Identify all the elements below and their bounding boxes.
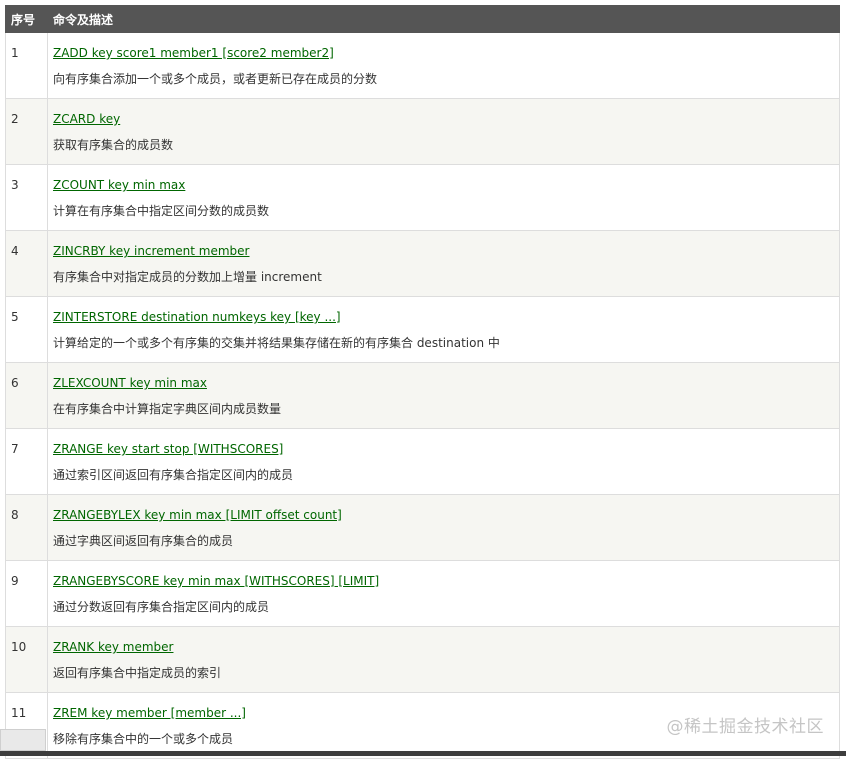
table-header-row: 序号 命令及描述 xyxy=(5,5,840,33)
table-row: 4 ZINCRBY key increment member 有序集合中对指定成员的… xyxy=(5,230,840,297)
command-link[interactable]: ZCOUNT key min max xyxy=(53,177,839,193)
command-link[interactable]: ZINTERSTORE destination numkeys key [key… xyxy=(53,309,839,325)
table-row: 8 ZRANGEBYLEX key min max [LIMIT offset c… xyxy=(5,494,840,561)
table-row: 7 ZRANGE key start stop [WITHSCORES] 通过索引区… xyxy=(5,428,840,495)
row-command-cell: ZRANGE key start stop [WITHSCORES] 通过索引区间… xyxy=(47,428,840,495)
command-description: 通过字典区间返回有序集合的成员 xyxy=(53,534,234,548)
command-link[interactable]: ZCARD key xyxy=(53,111,839,127)
row-command-cell: ZCOUNT key min max 计算在有序集合中指定区间分数的成员数 xyxy=(47,164,840,231)
command-table-container: 序号 命令及描述 1 ZADD key score1 member1 [score… xyxy=(5,5,840,759)
command-link[interactable]: ZRANGEBYSCORE key min max [WITHSCORES] [… xyxy=(53,573,839,589)
command-link[interactable]: ZRANGE key start stop [WITHSCORES] xyxy=(53,441,839,457)
command-table: 序号 命令及描述 1 ZADD key score1 member1 [score… xyxy=(5,5,840,759)
row-command-cell: ZCARD key 获取有序集合的成员数 xyxy=(47,98,840,165)
command-link[interactable]: ZADD key score1 member1 [score2 member2] xyxy=(53,45,839,61)
row-number: 6 xyxy=(5,362,48,429)
row-number: 1 xyxy=(5,32,48,99)
command-description: 返回有序集合中指定成员的索引 xyxy=(53,666,222,680)
bottom-bar xyxy=(0,751,846,756)
command-description: 向有序集合添加一个或多个成员，或者更新已存在成员的分数 xyxy=(53,72,378,86)
row-command-cell: ZADD key score1 member1 [score2 member2]… xyxy=(47,32,840,99)
table-row: 5 ZINTERSTORE destination numkeys key [ke… xyxy=(5,296,840,363)
row-number: 5 xyxy=(5,296,48,363)
header-num: 序号 xyxy=(5,5,48,33)
row-command-cell: ZINTERSTORE destination numkeys key [key… xyxy=(47,296,840,363)
row-command-cell: ZINCRBY key increment member 有序集合中对指定成员的分… xyxy=(47,230,840,297)
command-description: 通过索引区间返回有序集合指定区间内的成员 xyxy=(53,468,294,482)
command-description: 获取有序集合的成员数 xyxy=(53,138,174,152)
header-cmd: 命令及描述 xyxy=(47,5,840,33)
table-row: 6 ZLEXCOUNT key min max 在有序集合中计算指定字典区间内成员数… xyxy=(5,362,840,429)
command-link[interactable]: ZLEXCOUNT key min max xyxy=(53,375,839,391)
table-row: 1 ZADD key score1 member1 [score2 member2… xyxy=(5,32,840,99)
horizontal-scrollbar[interactable] xyxy=(0,729,46,751)
row-number: 9 xyxy=(5,560,48,627)
watermark: @稀土掘金技术社区 xyxy=(666,717,824,737)
command-description: 通过分数返回有序集合指定区间内的成员 xyxy=(53,600,270,614)
row-command-cell: ZRANK key member 返回有序集合中指定成员的索引 xyxy=(47,626,840,693)
command-link[interactable]: ZINCRBY key increment member xyxy=(53,243,839,259)
command-link[interactable]: ZRANGEBYLEX key min max [LIMIT offset co… xyxy=(53,507,839,523)
command-description: 计算在有序集合中指定区间分数的成员数 xyxy=(53,204,270,218)
row-number: 2 xyxy=(5,98,48,165)
row-number: 4 xyxy=(5,230,48,297)
row-number: 10 xyxy=(5,626,48,693)
row-command-cell: ZLEXCOUNT key min max 在有序集合中计算指定字典区间内成员数量 xyxy=(47,362,840,429)
command-link[interactable]: ZRANK key member xyxy=(53,639,839,655)
row-command-cell: ZRANGEBYLEX key min max [LIMIT offset co… xyxy=(47,494,840,561)
command-description: 有序集合中对指定成员的分数加上增量 increment xyxy=(53,270,322,284)
row-command-cell: ZRANGEBYSCORE key min max [WITHSCORES] [… xyxy=(47,560,840,627)
command-description: 计算给定的一个或多个有序集的交集并将结果集存储在新的有序集合 destinati… xyxy=(53,336,500,350)
row-number: 7 xyxy=(5,428,48,495)
row-number: 8 xyxy=(5,494,48,561)
table-row: 2 ZCARD key 获取有序集合的成员数 xyxy=(5,98,840,165)
table-row: 10 ZRANK key member 返回有序集合中指定成员的索引 xyxy=(5,626,840,693)
row-number: 3 xyxy=(5,164,48,231)
command-description: 在有序集合中计算指定字典区间内成员数量 xyxy=(53,402,282,416)
table-row: 3 ZCOUNT key min max 计算在有序集合中指定区间分数的成员数 xyxy=(5,164,840,231)
table-row: 9 ZRANGEBYSCORE key min max [WITHSCORES] … xyxy=(5,560,840,627)
